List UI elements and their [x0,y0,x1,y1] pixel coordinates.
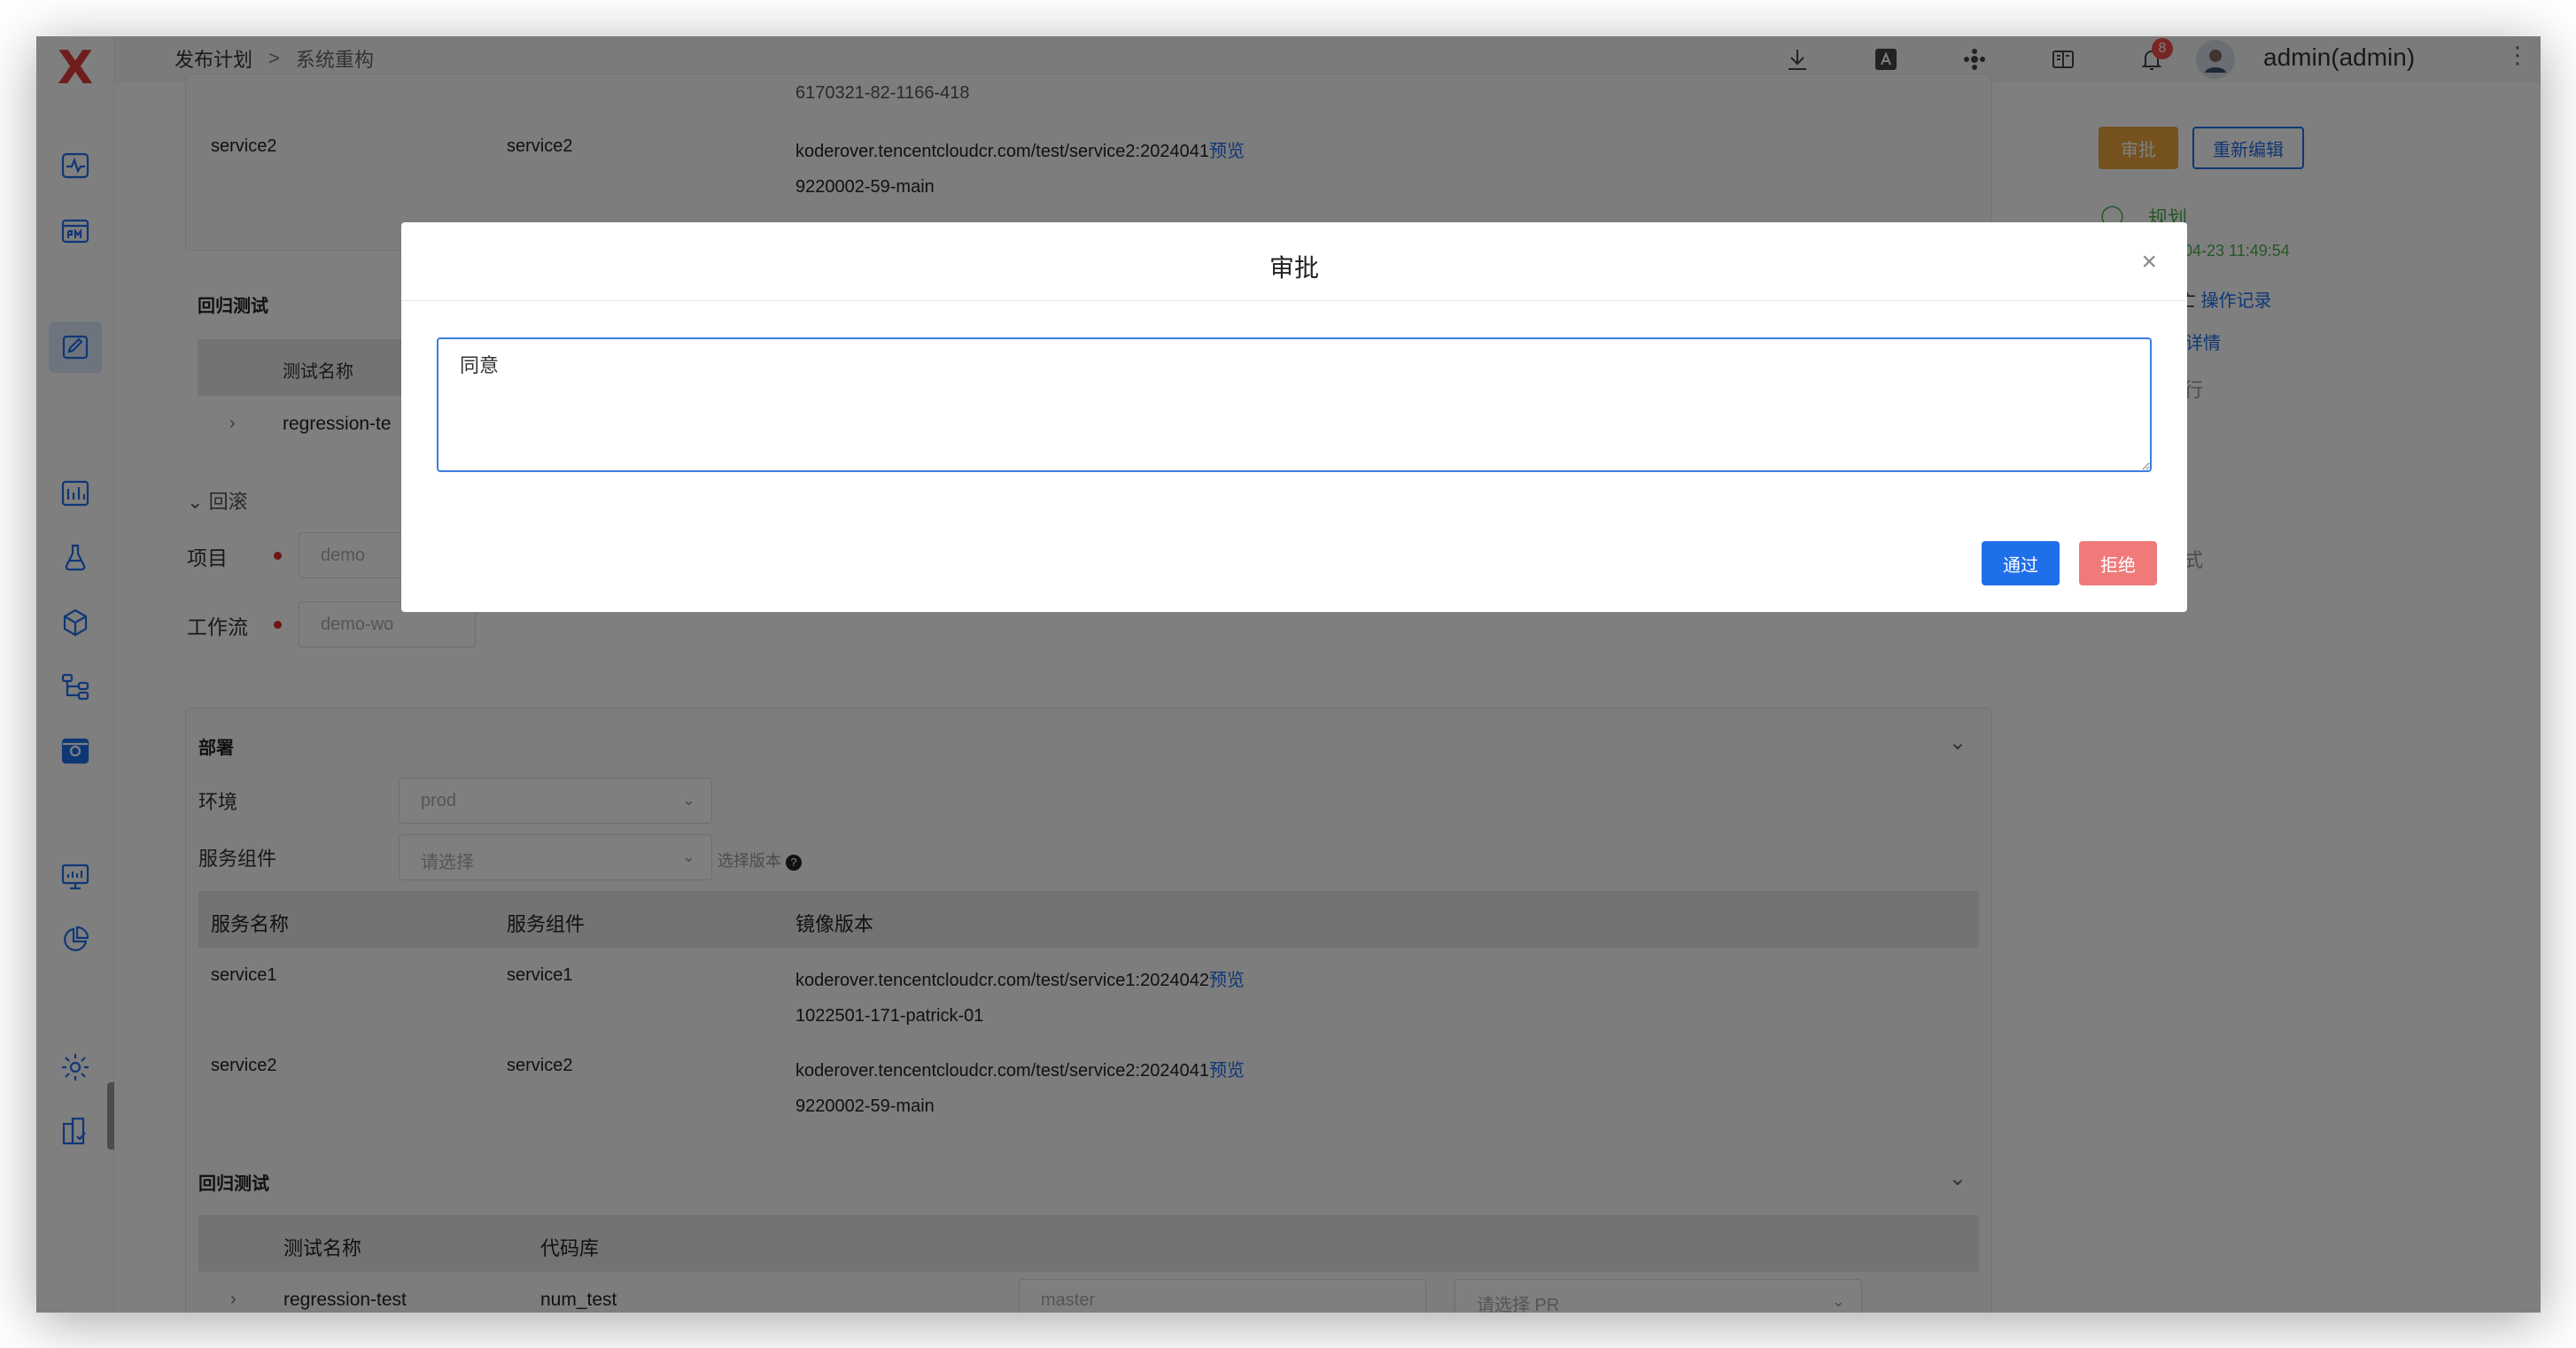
reject-button[interactable]: 拒绝 [2079,541,2157,585]
approve-button[interactable]: 通过 [1982,541,2060,585]
approval-comment-input[interactable]: 同意 [437,337,2152,472]
approval-modal: 审批 × 同意 通过 拒绝 [401,222,2187,612]
modal-divider [401,300,2187,301]
app-window: X › 发布计划 > 系统重构 8 admin(admin) ⋮ 617 [36,36,2541,1313]
close-icon[interactable]: × [2141,247,2157,277]
modal-title: 审批 [1269,254,1319,282]
